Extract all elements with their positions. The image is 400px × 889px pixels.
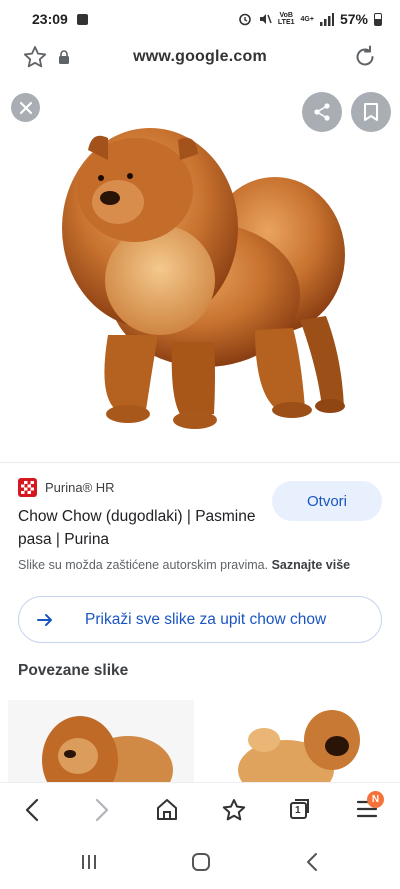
- share-button[interactable]: [302, 92, 342, 132]
- notification-icon: [76, 13, 88, 25]
- share-icon: [314, 103, 330, 121]
- result-title[interactable]: Chow Chow (dugodlaki) | Pasmine pasa | P…: [18, 505, 258, 551]
- related-image-2[interactable]: [204, 700, 390, 782]
- copyright-notice: Slike su možda zaštićene autorskim pravi…: [18, 558, 350, 572]
- related-image-1[interactable]: [8, 700, 194, 782]
- show-all-label: Prikaži sve slike za upit chow chow: [85, 611, 327, 628]
- close-icon: [19, 101, 32, 114]
- menu-badge: N: [367, 791, 384, 808]
- arrow-right-icon: [37, 614, 52, 626]
- open-button[interactable]: Otvori: [272, 481, 382, 521]
- divider: [0, 462, 400, 463]
- status-icons: VoB LTE1 4G+ 57%: [238, 11, 382, 27]
- back-system-icon[interactable]: [304, 852, 320, 872]
- dog-thumbnail: [8, 700, 194, 782]
- signal-icon: [319, 12, 334, 26]
- copyright-text: Slike su možda zaštićene autorskim pravi…: [18, 558, 269, 572]
- battery-percent: 57%: [339, 11, 368, 27]
- recent-apps-icon[interactable]: [80, 853, 98, 871]
- tabs-count: 1: [295, 805, 301, 816]
- browser-bottom-bar: 1 N: [0, 782, 400, 837]
- mute-icon: [259, 14, 272, 24]
- bookmarks-icon[interactable]: [221, 797, 247, 823]
- status-time: 23:09: [32, 11, 68, 27]
- show-all-images-button[interactable]: Prikaži sve slike za upit chow chow: [18, 596, 382, 643]
- home-icon[interactable]: [155, 797, 179, 823]
- network-label: 4G+: [300, 15, 314, 23]
- dog-thumbnail: [204, 700, 390, 782]
- close-button[interactable]: [11, 93, 40, 122]
- back-icon[interactable]: [22, 797, 44, 823]
- reload-icon[interactable]: [352, 44, 378, 70]
- forward-icon[interactable]: [90, 797, 112, 823]
- battery-icon: [374, 12, 382, 26]
- purina-logo-icon: [18, 478, 37, 497]
- alarm-icon: [239, 13, 251, 26]
- volte-label: VoB LTE1: [277, 12, 295, 26]
- tabs-button[interactable]: 1: [288, 797, 312, 826]
- address-bar: www.google.com: [0, 38, 400, 78]
- image-preview[interactable]: [0, 80, 400, 458]
- status-bar: 23:09 VoB LTE1 4G+ 57%: [0, 0, 400, 38]
- system-navigation-bar: [0, 837, 400, 889]
- learn-more-link[interactable]: Saznajte više: [272, 558, 351, 572]
- source-link[interactable]: Purina® HR: [18, 478, 115, 497]
- url-text[interactable]: www.google.com: [0, 48, 400, 66]
- source-name: Purina® HR: [45, 480, 115, 495]
- bookmark-icon: [364, 103, 378, 121]
- related-images-title: Povezane slike: [18, 662, 129, 679]
- save-button[interactable]: [351, 92, 391, 132]
- dog-image: [62, 128, 345, 429]
- home-system-icon[interactable]: [191, 852, 211, 872]
